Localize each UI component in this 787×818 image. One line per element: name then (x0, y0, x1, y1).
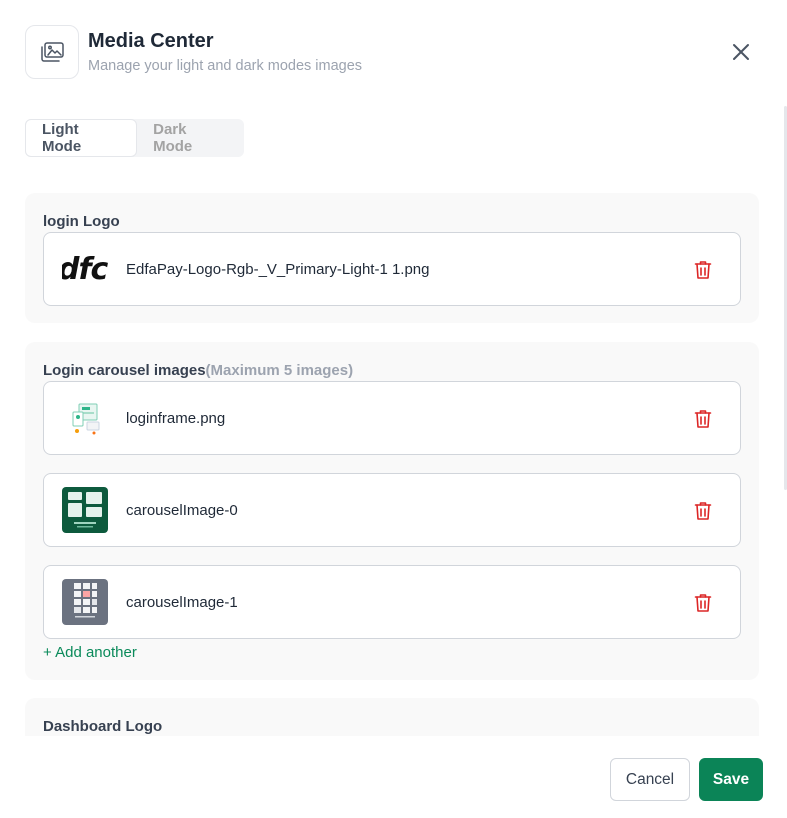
thumbnail (62, 395, 108, 441)
dashboard-logo-section: Dashboard Logo (25, 698, 759, 736)
section-label: Dashboard Logo (43, 718, 163, 735)
file-card: carouselImage-0 (43, 473, 741, 547)
login-logo-section: login Logo dfc EdfaPay-Logo-Rgb-_V_Prima… (25, 193, 759, 323)
file-name: loginframe.png (126, 409, 226, 427)
thumbnail (62, 487, 108, 533)
mode-tabs: Light Mode Dark Mode (25, 119, 244, 157)
carousel-section: Login carousel images(Maximum 5 images) … (25, 342, 759, 680)
thumbnail (62, 579, 108, 625)
file-name: EdfaPay-Logo-Rgb-_V_Primary-Light-1 1.pn… (126, 260, 430, 278)
gallery-icon (25, 25, 79, 79)
modal-header: Media Center Manage your light and dark … (25, 25, 362, 79)
trash-icon[interactable] (694, 260, 712, 280)
file-name: carouselImage-1 (126, 593, 238, 611)
modal-subtitle: Manage your light and dark modes images (88, 58, 363, 74)
trash-icon[interactable] (694, 409, 712, 429)
cancel-button[interactable]: Cancel (610, 758, 690, 801)
media-scroll-area[interactable]: login Logo dfc EdfaPay-Logo-Rgb-_V_Prima… (0, 176, 787, 736)
file-card: dfc EdfaPay-Logo-Rgb-_V_Primary-Light-1 … (43, 232, 741, 306)
tab-light-mode[interactable]: Light Mode (25, 119, 138, 157)
add-another-link[interactable]: + Add another (43, 644, 137, 661)
carousel-label-text: Login carousel images (43, 362, 206, 379)
trash-icon[interactable] (694, 501, 712, 521)
modal-footer: Cancel Save (0, 736, 787, 818)
tab-dark-mode[interactable]: Dark Mode (137, 119, 244, 157)
section-label: Login carousel images(Maximum 5 images) (43, 362, 353, 380)
carousel-hint: (Maximum 5 images) (205, 362, 354, 379)
save-button[interactable]: Save (699, 758, 763, 801)
modal-title: Media Center (88, 30, 214, 52)
file-card: carouselImage-1 (43, 565, 741, 639)
trash-icon[interactable] (694, 593, 712, 613)
close-icon[interactable] (727, 38, 755, 66)
logo-thumb-text: dfc (62, 251, 108, 287)
thumbnail: dfc (62, 246, 108, 292)
header-text: Media Center Manage your light and dark … (88, 29, 362, 75)
file-name: carouselImage-0 (126, 501, 238, 519)
section-label: login Logo (43, 213, 120, 230)
file-card: loginframe.png (43, 381, 741, 455)
